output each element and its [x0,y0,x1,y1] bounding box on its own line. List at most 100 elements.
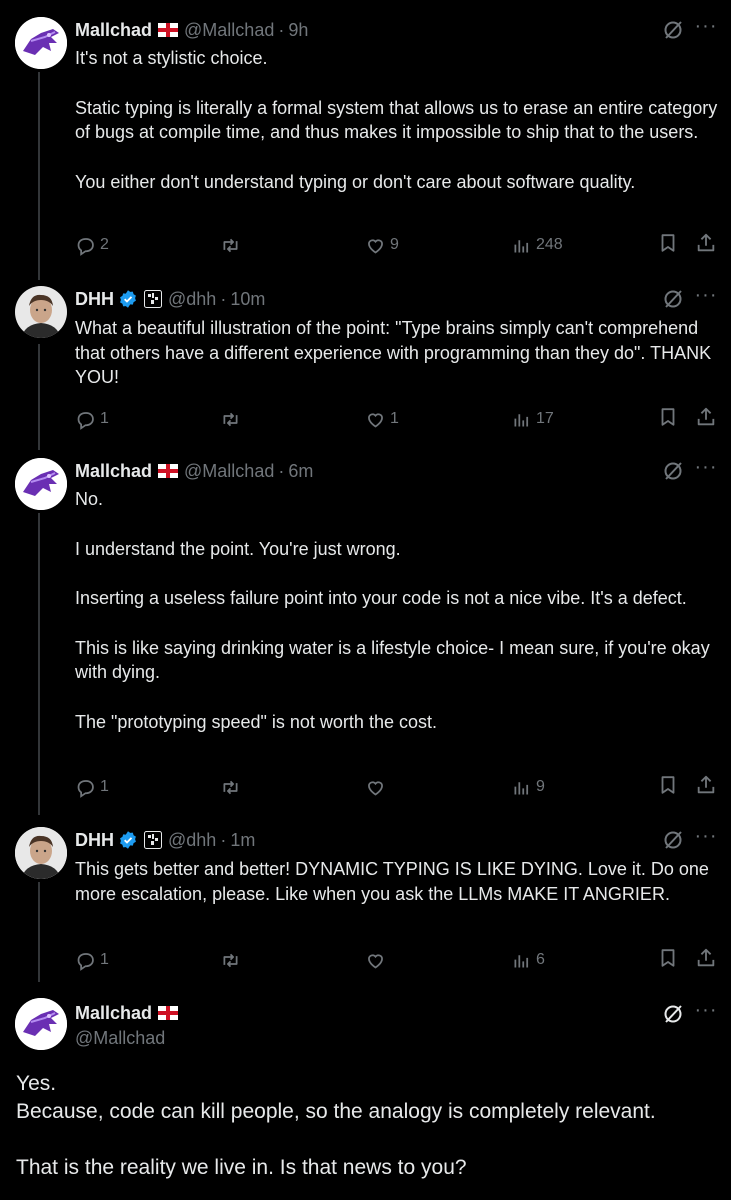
avatar[interactable] [15,17,67,69]
like-icon [368,238,383,254]
thread-line [38,344,40,450]
action-bar: 2 9 248 [75,232,720,258]
tweet-paragraph: This is like saying drinking water is a … [75,637,710,683]
handle[interactable]: @dhh [168,830,216,851]
avatar[interactable] [15,827,67,879]
affiliate-icon[interactable] [144,290,162,308]
bookmark-icon[interactable] [657,406,679,428]
tweet-text: This gets better and better! DYNAMIC TYP… [75,857,720,906]
grok-icon[interactable] [662,1003,684,1025]
more-icon[interactable]: ··· [694,16,718,41]
timestamp[interactable]: 9h [288,20,308,41]
tweet-header: Mallchad @Mallchad · 6m [75,458,313,484]
handle[interactable]: @Mallchad [184,20,274,41]
tweet-paragraph: Static typing is literally a formal syst… [75,97,718,143]
timestamp[interactable]: 10m [230,289,265,310]
views-count: 248 [536,236,563,253]
display-name[interactable]: Mallchad [75,1003,152,1024]
tweet-paragraph: It's not a stylistic choice. [75,48,268,68]
reply-count: 1 [100,410,109,427]
avatar[interactable] [15,998,67,1050]
retweet-button[interactable] [220,947,245,973]
views-button[interactable]: 17 [511,406,554,432]
handle[interactable]: @Mallchad [184,461,274,482]
views-button[interactable]: 9 [511,774,545,800]
display-name[interactable]: Mallchad [75,20,152,41]
tweet-header: DHH @dhh · 1m [75,827,255,853]
thread-line [38,513,40,815]
retweet-icon [223,780,238,794]
thread-line [38,72,40,280]
more-icon[interactable]: ··· [694,285,718,310]
views-icon [514,413,529,426]
more-icon[interactable]: ··· [694,826,718,851]
timestamp[interactable]: 6m [288,461,313,482]
tweet-paragraph: I understand the point. You're just wron… [75,538,401,559]
share-icon[interactable] [695,947,717,969]
retweet-icon [223,238,238,252]
reply-icon [77,779,94,798]
retweet-button[interactable] [220,406,245,432]
grok-icon[interactable] [662,288,684,310]
views-icon [514,239,529,252]
timestamp[interactable]: 1m [230,830,255,851]
handle[interactable]: @dhh [168,289,216,310]
tweet-paragraph: No. [75,489,104,509]
reply-button[interactable]: 1 [75,774,109,800]
tweet-line: Yes. [16,1072,57,1095]
like-button[interactable]: 9 [365,232,399,258]
verified-icon [120,290,136,308]
like-button[interactable] [365,774,390,800]
views-icon [514,781,529,794]
bookmark-icon[interactable] [657,232,679,254]
more-icon[interactable]: ··· [694,1000,718,1025]
like-count: 9 [390,236,399,253]
display-name[interactable]: Mallchad [75,461,152,482]
display-name[interactable]: DHH [75,289,114,310]
grok-icon[interactable] [662,460,684,482]
tweet-header: DHH @dhh · 10m [75,286,265,312]
more-icon[interactable]: ··· [694,457,718,482]
retweet-button[interactable] [220,774,245,800]
bookmark-icon[interactable] [657,947,679,969]
bookmark-icon[interactable] [657,774,679,796]
like-count: 1 [390,410,399,427]
tweet-text: It's not a stylistic choice. Static typi… [75,46,720,194]
handle[interactable]: @Mallchad [75,1028,165,1049]
reply-button[interactable]: 1 [75,406,109,432]
thread-line [38,882,40,982]
views-button[interactable]: 6 [511,947,545,973]
avatar[interactable] [15,458,67,510]
separator: · [278,19,285,40]
share-icon[interactable] [695,232,717,254]
share-icon[interactable] [695,406,717,428]
avatar[interactable] [15,286,67,338]
share-icon[interactable] [695,774,717,796]
tweet-header: Mallchad @Mallchad · 9h [75,17,308,43]
tweet-line: Because, code can kill people, so the an… [16,1100,656,1123]
reply-button[interactable]: 2 [75,232,109,258]
views-icon [514,954,529,967]
separator: · [220,288,227,309]
grok-icon[interactable] [662,829,684,851]
reply-count: 2 [100,236,109,253]
views-count: 6 [536,951,545,968]
tweet-paragraph: This gets better and better! DYNAMIC TYP… [75,859,709,904]
display-name[interactable]: DHH [75,830,114,851]
retweet-button[interactable] [220,232,245,258]
tweet-paragraph: The "prototyping speed" is not worth the… [75,711,437,732]
views-count: 9 [536,778,545,795]
tweet-text: No. I understand the point. You're just … [75,487,720,734]
tweet-paragraph: Inserting a useless failure point into y… [75,588,687,608]
reply-button[interactable]: 1 [75,947,109,973]
like-button[interactable] [365,947,390,973]
affiliate-icon[interactable] [144,831,162,849]
reply-count: 1 [100,951,109,968]
tweet-text: Yes. Because, code can kill people, so t… [16,1070,716,1182]
tweet-handle-row: @Mallchad [75,1025,165,1051]
reply-icon [77,952,94,971]
views-button[interactable]: 248 [511,232,563,258]
reply-icon [77,237,94,256]
like-button[interactable]: 1 [365,406,399,432]
grok-icon[interactable] [662,19,684,41]
